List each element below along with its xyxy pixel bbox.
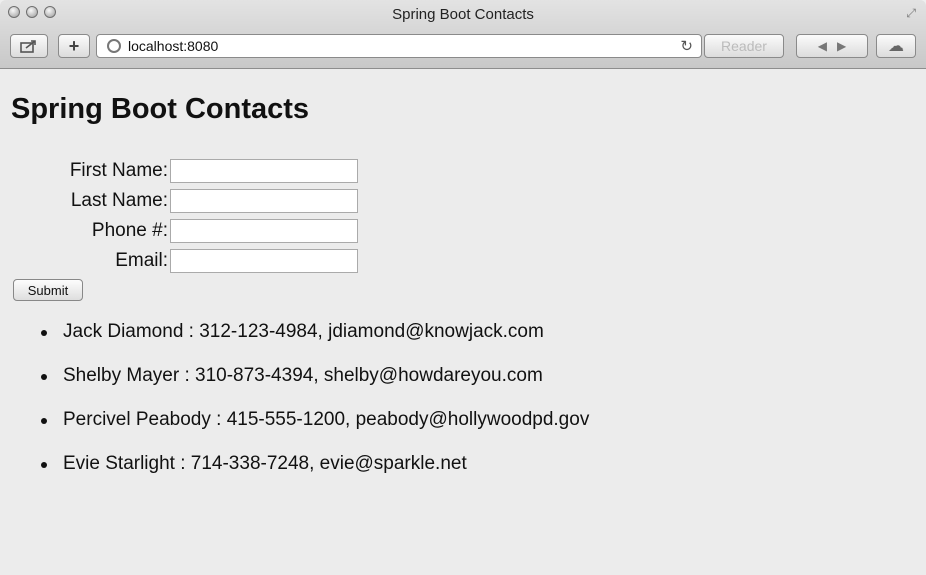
- address-bar[interactable]: localhost:8080 ↻: [96, 34, 702, 58]
- last-name-label: Last Name:: [70, 190, 168, 211]
- last-name-field[interactable]: [170, 189, 358, 213]
- submit-button[interactable]: Submit: [13, 279, 83, 301]
- icloud-tabs-button[interactable]: ☁: [876, 34, 916, 58]
- email-label: Email:: [115, 250, 168, 271]
- contact-list: Jack Diamond : 312-123-4984, jdiamond@kn…: [0, 321, 589, 497]
- forward-icon[interactable]: ▶: [837, 39, 846, 53]
- window-title: Spring Boot Contacts: [392, 6, 534, 23]
- first-name-field[interactable]: [170, 159, 358, 183]
- share-button[interactable]: [10, 34, 48, 58]
- globe-icon: [107, 39, 121, 53]
- browser-window: Spring Boot Contacts ⤢ + localhost:8080 …: [0, 0, 926, 575]
- page-title: Spring Boot Contacts: [11, 93, 310, 125]
- contact-item: Jack Diamond : 312-123-4984, jdiamond@kn…: [0, 321, 589, 365]
- fullscreen-icon[interactable]: ⤢: [906, 6, 916, 21]
- back-icon[interactable]: ◀: [818, 39, 827, 53]
- cloud-icon: ☁: [888, 38, 904, 55]
- email-field[interactable]: [170, 249, 358, 273]
- contact-item: Percivel Peabody : 415-555-1200, peabody…: [0, 409, 589, 453]
- page-content: Spring Boot Contacts First Name: Last Na…: [0, 69, 926, 575]
- browser-toolbar: Spring Boot Contacts ⤢ + localhost:8080 …: [0, 0, 926, 69]
- share-icon: [20, 40, 36, 53]
- email-row: Email:: [0, 249, 358, 273]
- back-forward-buttons: ◀ ▶: [796, 34, 868, 58]
- url-text[interactable]: localhost:8080: [128, 38, 680, 54]
- phone-row: Phone #:: [0, 219, 358, 243]
- first-name-row: First Name:: [0, 159, 358, 183]
- first-name-label: First Name:: [69, 160, 168, 181]
- contact-item: Evie Starlight : 714-338-7248, evie@spar…: [0, 453, 589, 497]
- contact-item: Shelby Mayer : 310-873-4394, shelby@howd…: [0, 365, 589, 409]
- phone-label: Phone #:: [91, 220, 168, 241]
- reader-button[interactable]: Reader: [704, 34, 784, 58]
- add-bookmark-button[interactable]: +: [58, 34, 90, 58]
- reload-icon[interactable]: ↻: [680, 37, 693, 55]
- phone-field[interactable]: [170, 219, 358, 243]
- last-name-row: Last Name:: [0, 189, 358, 213]
